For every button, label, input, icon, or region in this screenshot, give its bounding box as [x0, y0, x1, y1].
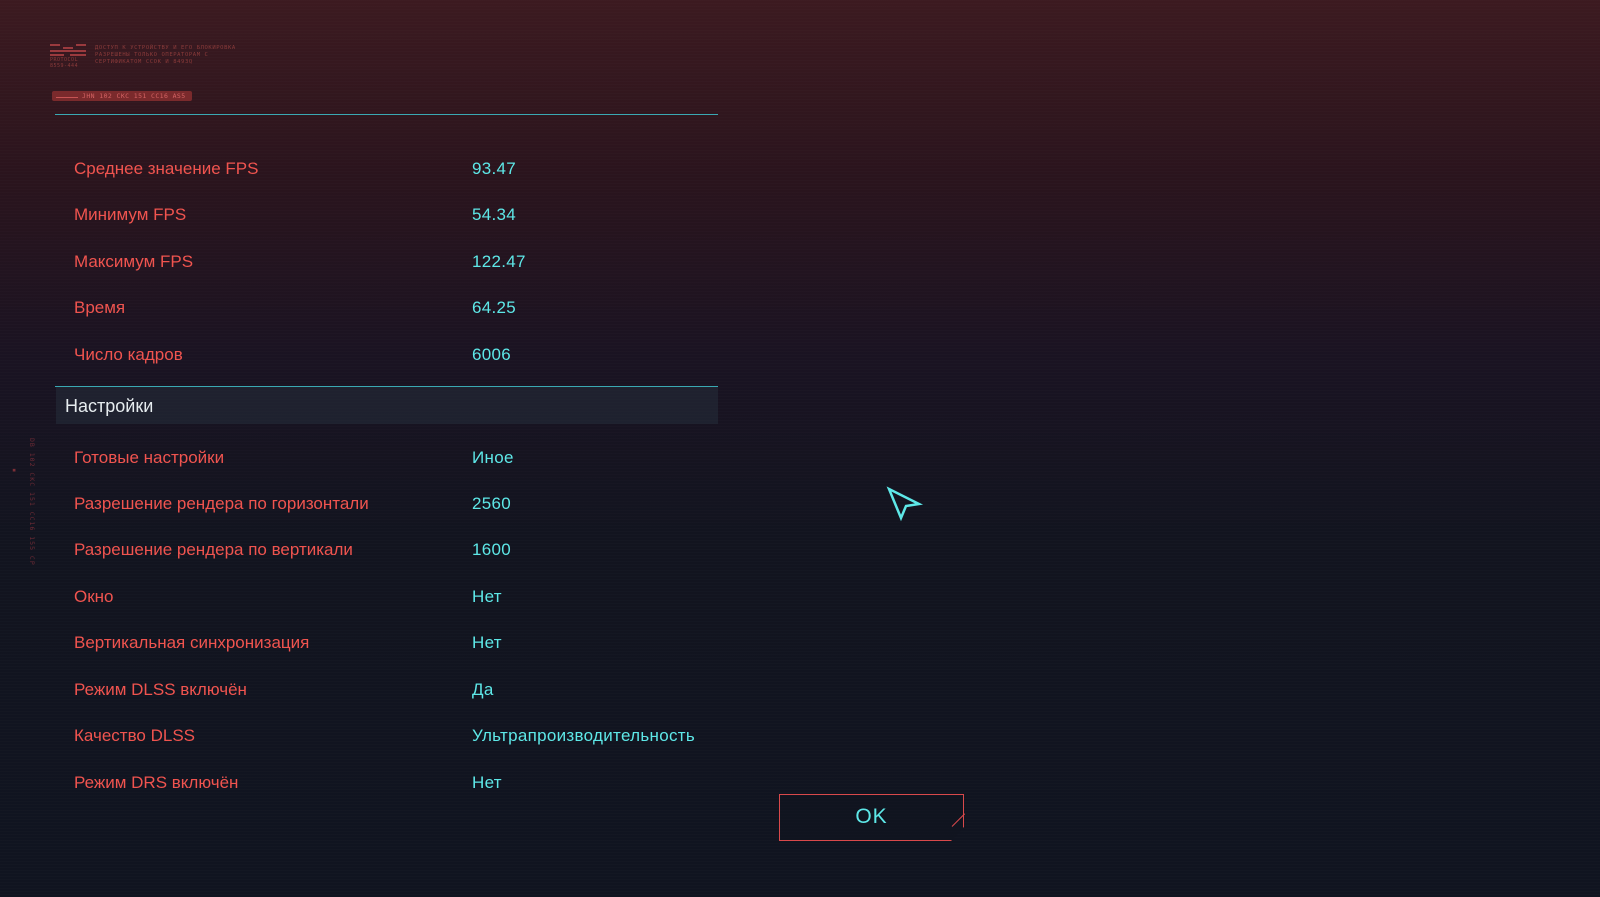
result-row: Среднее значение FPS 93.47 — [74, 155, 734, 185]
result-label: Среднее значение FPS — [74, 159, 259, 178]
result-row: Максимум FPS 122.47 — [74, 248, 734, 278]
setting-label: Готовые настройки — [74, 448, 225, 467]
setting-label: Окно — [74, 587, 114, 606]
setting-row: Вертикальная синхронизация Нет — [74, 629, 734, 659]
result-value: 6006 — [472, 345, 512, 364]
result-row: Минимум FPS 54.34 — [74, 201, 734, 231]
setting-row: Качество DLSS Ультрапроизводительность — [74, 722, 734, 752]
setting-label: Режим DRS включён — [74, 773, 239, 792]
setting-label: Режим DLSS включён — [74, 680, 247, 699]
setting-row: Окно Нет — [74, 583, 734, 613]
setting-row: Разрешение рендера по вертикали 1600 — [74, 536, 734, 566]
setting-value: Нет — [472, 773, 502, 792]
setting-value: Иное — [472, 448, 514, 467]
setting-value: Да — [472, 680, 494, 699]
settings-section-header: Настройки — [56, 387, 718, 424]
header-tag: JHN 102 CKC 151 CC16 AS5 — [52, 91, 192, 101]
setting-row: Готовые настройки Иное — [74, 444, 734, 474]
result-label: Минимум FPS — [74, 205, 187, 224]
setting-value: Ультрапроизводительность — [472, 726, 695, 745]
setting-label: Разрешение рендера по вертикали — [74, 540, 353, 559]
result-value: 93.47 — [472, 159, 517, 178]
top-divider — [55, 114, 718, 115]
result-label: Максимум FPS — [74, 252, 194, 271]
setting-value: Нет — [472, 633, 502, 652]
result-value: 54.34 — [472, 205, 517, 224]
setting-label: Вертикальная синхронизация — [74, 633, 310, 652]
setting-row: Режим DRS включён Нет — [74, 769, 734, 799]
setting-value: 1600 — [472, 540, 512, 559]
setting-row: Режим DLSS включён Да — [74, 676, 734, 706]
section-title: Настройки — [65, 396, 154, 416]
access-notice: ДОСТУП К УСТРОЙСТВУ И ЕГО БЛОКИРОВКА РАЗ… — [95, 45, 236, 65]
ok-button-label: OK — [855, 805, 888, 828]
result-value: 64.25 — [472, 298, 517, 317]
result-row: Число кадров 6006 — [74, 341, 734, 371]
ok-button[interactable]: OK — [779, 794, 964, 841]
setting-row: Разрешение рендера по горизонтали 2560 — [74, 490, 734, 520]
result-label: Число кадров — [74, 345, 183, 364]
result-row: Время 64.25 — [74, 294, 734, 324]
setting-label: Разрешение рендера по горизонтали — [74, 494, 369, 513]
setting-value: 2560 — [472, 494, 512, 513]
logo-caption: PROTOCOL 8559-444 — [50, 57, 79, 69]
side-label: DB 102 CKC 151 CC16 155 CP — [28, 438, 36, 566]
side-marker: ▪ — [12, 466, 17, 474]
result-label: Время — [74, 298, 126, 317]
setting-value: Нет — [472, 587, 502, 606]
cursor-arrow-icon — [886, 486, 924, 522]
result-value: 122.47 — [472, 252, 526, 271]
setting-label: Качество DLSS — [74, 726, 196, 745]
